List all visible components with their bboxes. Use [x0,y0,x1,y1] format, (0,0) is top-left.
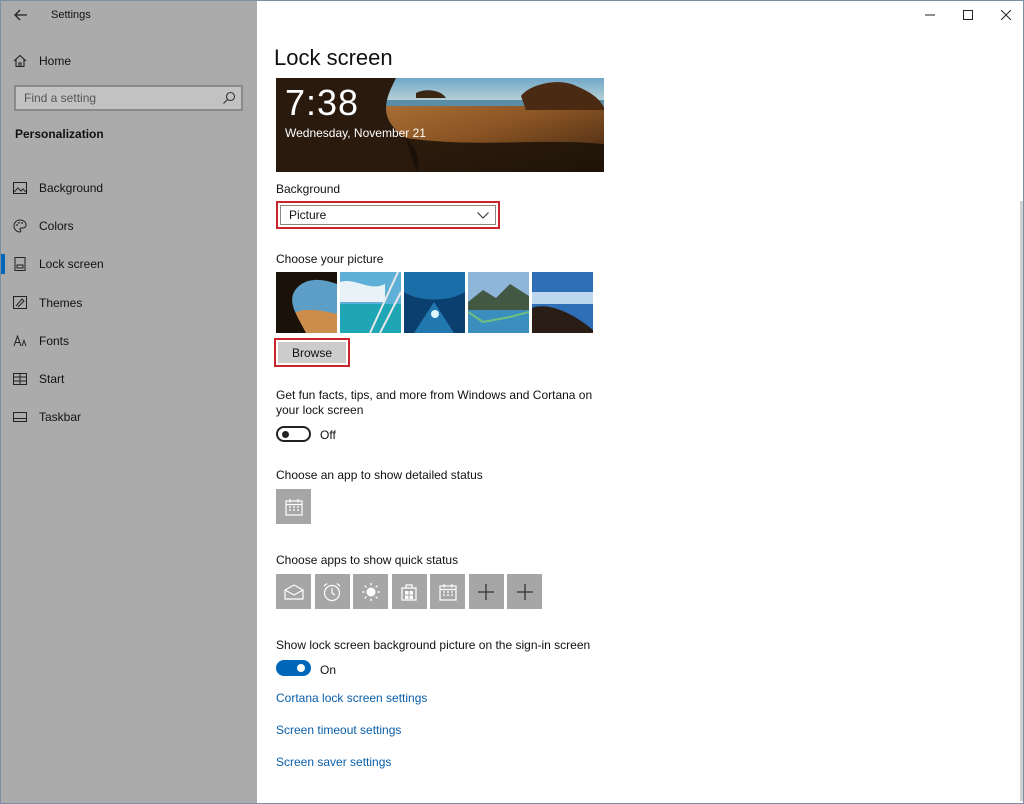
fun-facts-state: Off [320,428,336,442]
picture-thumbnails [276,272,593,333]
sidebar-item-themes[interactable]: Themes [1,284,257,322]
home-label: Home [39,54,72,68]
picture-icon [13,181,27,195]
search-input[interactable] [16,87,216,109]
section-title: Personalization [15,127,104,141]
close-icon[interactable] [987,1,1023,29]
minimize-icon[interactable] [911,1,949,29]
quick-status-add-button[interactable] [507,574,542,609]
quick-status-app-button[interactable] [276,574,311,609]
sidebar-item-lock-screen[interactable]: Lock screen [1,245,257,283]
signin-background-state: On [320,663,337,677]
mail-icon [283,583,304,600]
sidebar-nav: Background Colors Lock screen Themes Fon… [1,169,257,436]
sidebar-item-colors[interactable]: Colors [1,207,257,245]
sidebar-item-fonts[interactable]: Fonts [1,322,257,360]
calendar-icon [284,498,303,516]
browse-button-label: Browse [278,342,346,363]
plus-icon [478,583,494,600]
picture-thumbnail[interactable] [404,272,465,333]
quick-status-app-button[interactable] [353,574,388,609]
back-arrow-icon[interactable] [11,7,31,25]
quick-status-apps [276,574,542,609]
window-controls [911,1,1023,31]
app-title: Settings [51,9,91,21]
background-select-value: Picture [289,208,327,222]
taskbar-icon [13,410,27,424]
start-icon [13,372,27,386]
picture-thumbnail[interactable] [468,272,529,333]
sidebar-item-taskbar[interactable]: Taskbar [1,398,257,436]
page-title: Lock screen [274,45,393,70]
lock-screen-preview: 7:38 Wednesday, November 21 [276,78,604,172]
sidebar-item-label: Background [39,181,104,196]
background-label: Background [276,182,341,196]
detailed-status-app-button[interactable] [276,489,311,524]
cortana-lock-screen-settings-link[interactable]: Cortana lock screen settings [276,691,427,705]
signin-background-label: Show lock screen background picture on t… [276,638,591,652]
alarm-icon [323,582,341,601]
quick-status-app-button[interactable] [430,574,465,609]
preview-date: Wednesday, November 21 [285,126,426,140]
background-select[interactable]: Picture [280,205,496,225]
quick-status-add-button[interactable] [468,574,504,609]
maximize-icon[interactable] [949,1,987,29]
quick-status-app-button[interactable] [391,574,427,609]
background-dropdown[interactable]: Picture [276,201,500,229]
sidebar-item-background[interactable]: Background [1,169,257,207]
picture-thumbnail[interactable] [532,272,593,333]
sidebar-item-label: Fonts [39,333,70,348]
sidebar-item-label: Taskbar [39,410,82,425]
sidebar: Settings Home Personalization Background… [1,1,257,803]
weather-icon [361,582,380,601]
preview-time: 7:38 [285,82,360,123]
plus-icon [516,583,533,600]
quick-status-app-button[interactable] [314,574,350,609]
lock-screen-icon [13,257,27,272]
main-content: Lock screen 7:38 Wednesday, November 21 … [257,1,1023,803]
picture-thumbnail[interactable] [276,272,337,333]
fun-facts-label: Get fun facts, tips, and more from Windo… [276,388,593,417]
search-box[interactable] [14,85,243,111]
sidebar-item-label: Start [39,372,65,387]
sidebar-item-label: Lock screen [39,257,104,272]
browse-button[interactable]: Browse [274,338,350,367]
scrollbar[interactable] [1020,201,1023,801]
themes-icon [13,296,27,310]
calendar-icon [438,583,457,601]
search-icon[interactable] [222,91,236,105]
detailed-status-label: Choose an app to show detailed status [276,468,483,482]
choose-picture-label: Choose your picture [276,252,384,266]
screen-saver-settings-link[interactable]: Screen saver settings [276,755,391,769]
sidebar-item-label: Themes [39,295,83,310]
palette-icon [13,219,27,233]
home-icon [13,54,27,68]
quick-status-label: Choose apps to show quick status [276,553,459,567]
home-link[interactable]: Home [13,51,71,71]
chevron-down-icon [477,211,489,219]
fonts-icon [13,334,27,348]
picture-thumbnail[interactable] [340,272,401,333]
sidebar-item-start[interactable]: Start [1,360,257,398]
settings-window: Settings Home Personalization Background… [0,0,1024,804]
signin-background-toggle[interactable] [276,660,311,676]
title-bar: Settings [1,1,257,31]
screen-timeout-settings-link[interactable]: Screen timeout settings [276,723,401,737]
sidebar-item-label: Colors [39,219,74,234]
store-icon [401,583,417,601]
fun-facts-toggle[interactable] [276,426,311,442]
